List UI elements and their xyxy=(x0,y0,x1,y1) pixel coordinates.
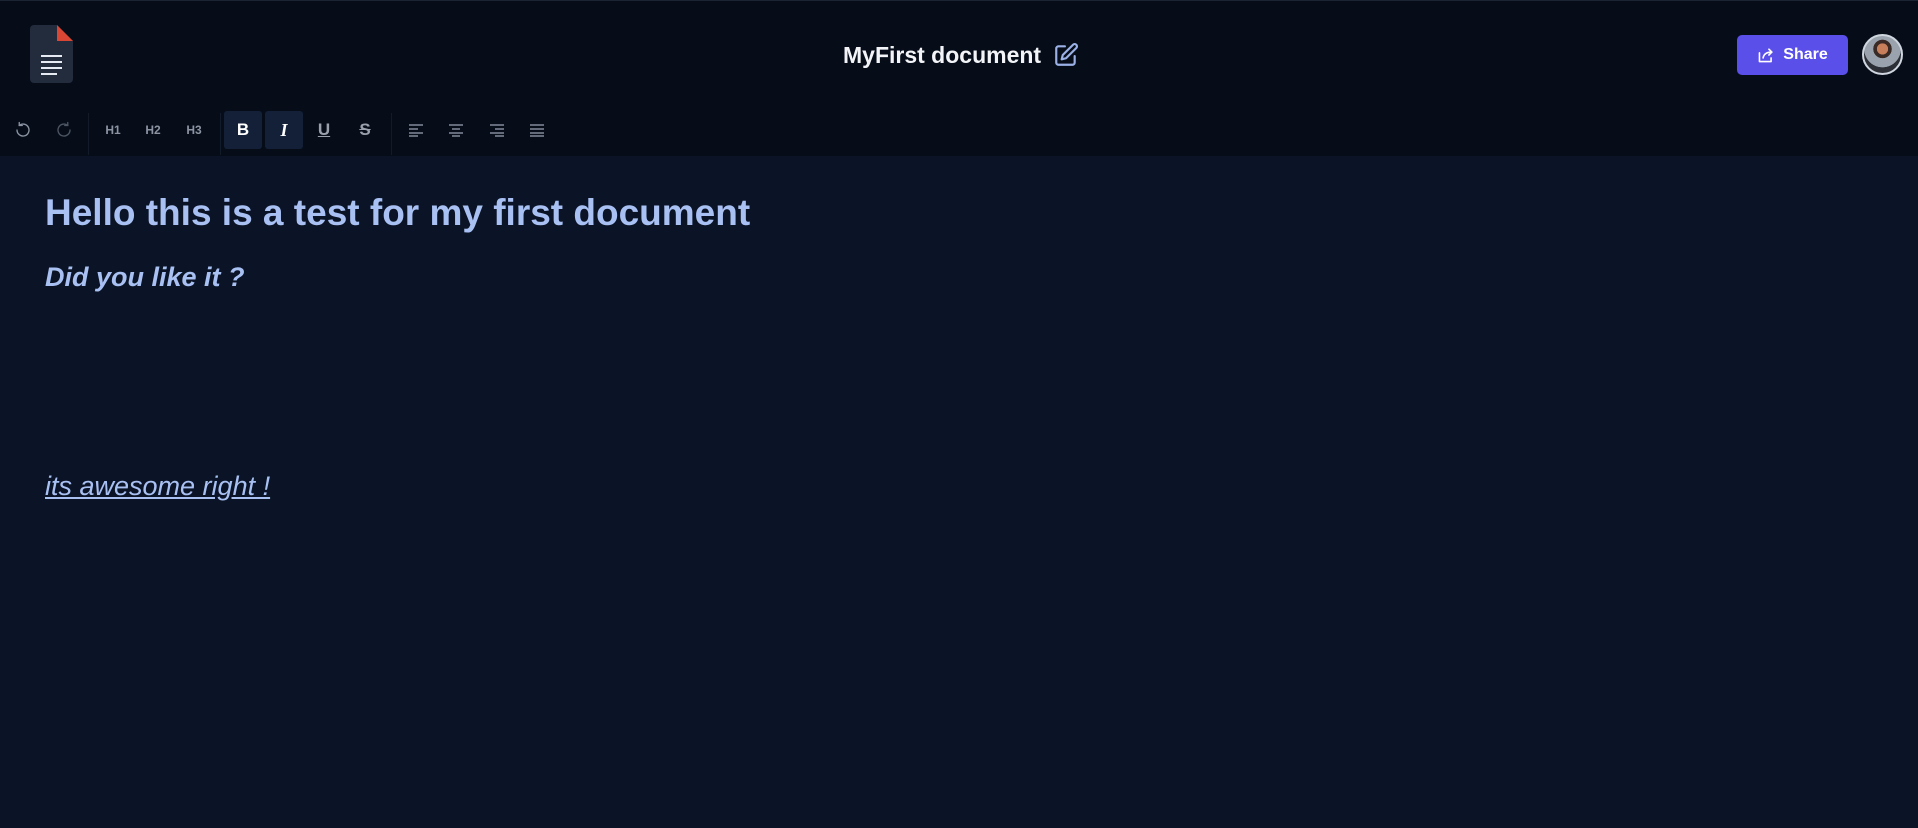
redo-icon xyxy=(57,121,71,137)
strikethrough-button[interactable]: S xyxy=(346,111,384,149)
document-icon[interactable] xyxy=(30,25,73,83)
edit-icon[interactable] xyxy=(1053,42,1079,68)
align-right-button[interactable] xyxy=(478,111,516,149)
align-center-button[interactable] xyxy=(437,111,475,149)
document-editor[interactable]: Hello this is a test for my first docume… xyxy=(0,156,1918,828)
formatting-toolbar: H1 H2 H3 B I U S xyxy=(0,105,1918,156)
redo-button[interactable] xyxy=(45,111,83,149)
align-left-icon xyxy=(409,124,423,137)
editor-heading2[interactable]: Did you like it ? xyxy=(45,262,245,293)
strikethrough-label: S xyxy=(359,120,371,139)
title-area: MyFirst document xyxy=(843,39,1079,71)
align-justify-button[interactable] xyxy=(518,111,556,149)
undo-icon xyxy=(16,121,30,137)
share-icon xyxy=(1758,48,1773,63)
heading1-button[interactable]: H1 xyxy=(94,111,132,149)
bold-button[interactable]: B xyxy=(224,111,262,149)
align-justify-icon xyxy=(530,124,544,137)
document-title[interactable]: MyFirst document xyxy=(843,42,1041,69)
top-bar: MyFirst document Share xyxy=(0,0,1918,105)
share-button[interactable]: Share xyxy=(1737,35,1848,75)
underline-button[interactable]: U xyxy=(305,111,343,149)
heading2-button[interactable]: H2 xyxy=(134,111,172,149)
italic-label: I xyxy=(280,119,288,140)
undo-button[interactable] xyxy=(4,111,42,149)
italic-button[interactable]: I xyxy=(265,111,303,149)
align-left-button[interactable] xyxy=(397,111,435,149)
heading3-button[interactable]: H3 xyxy=(175,111,213,149)
share-label: Share xyxy=(1783,46,1828,63)
doc-lines xyxy=(41,55,62,79)
bold-label: B xyxy=(236,120,250,139)
toolbar-divider xyxy=(391,113,392,155)
editor-paragraph[interactable]: its awesome right ! xyxy=(45,471,270,502)
align-center-icon xyxy=(449,124,463,137)
toolbar-divider xyxy=(220,113,221,155)
editor-heading1[interactable]: Hello this is a test for my first docume… xyxy=(45,192,750,234)
align-right-icon xyxy=(490,124,504,137)
user-avatar[interactable] xyxy=(1862,34,1903,75)
toolbar-divider xyxy=(88,113,89,155)
underline-label: U xyxy=(317,120,331,139)
